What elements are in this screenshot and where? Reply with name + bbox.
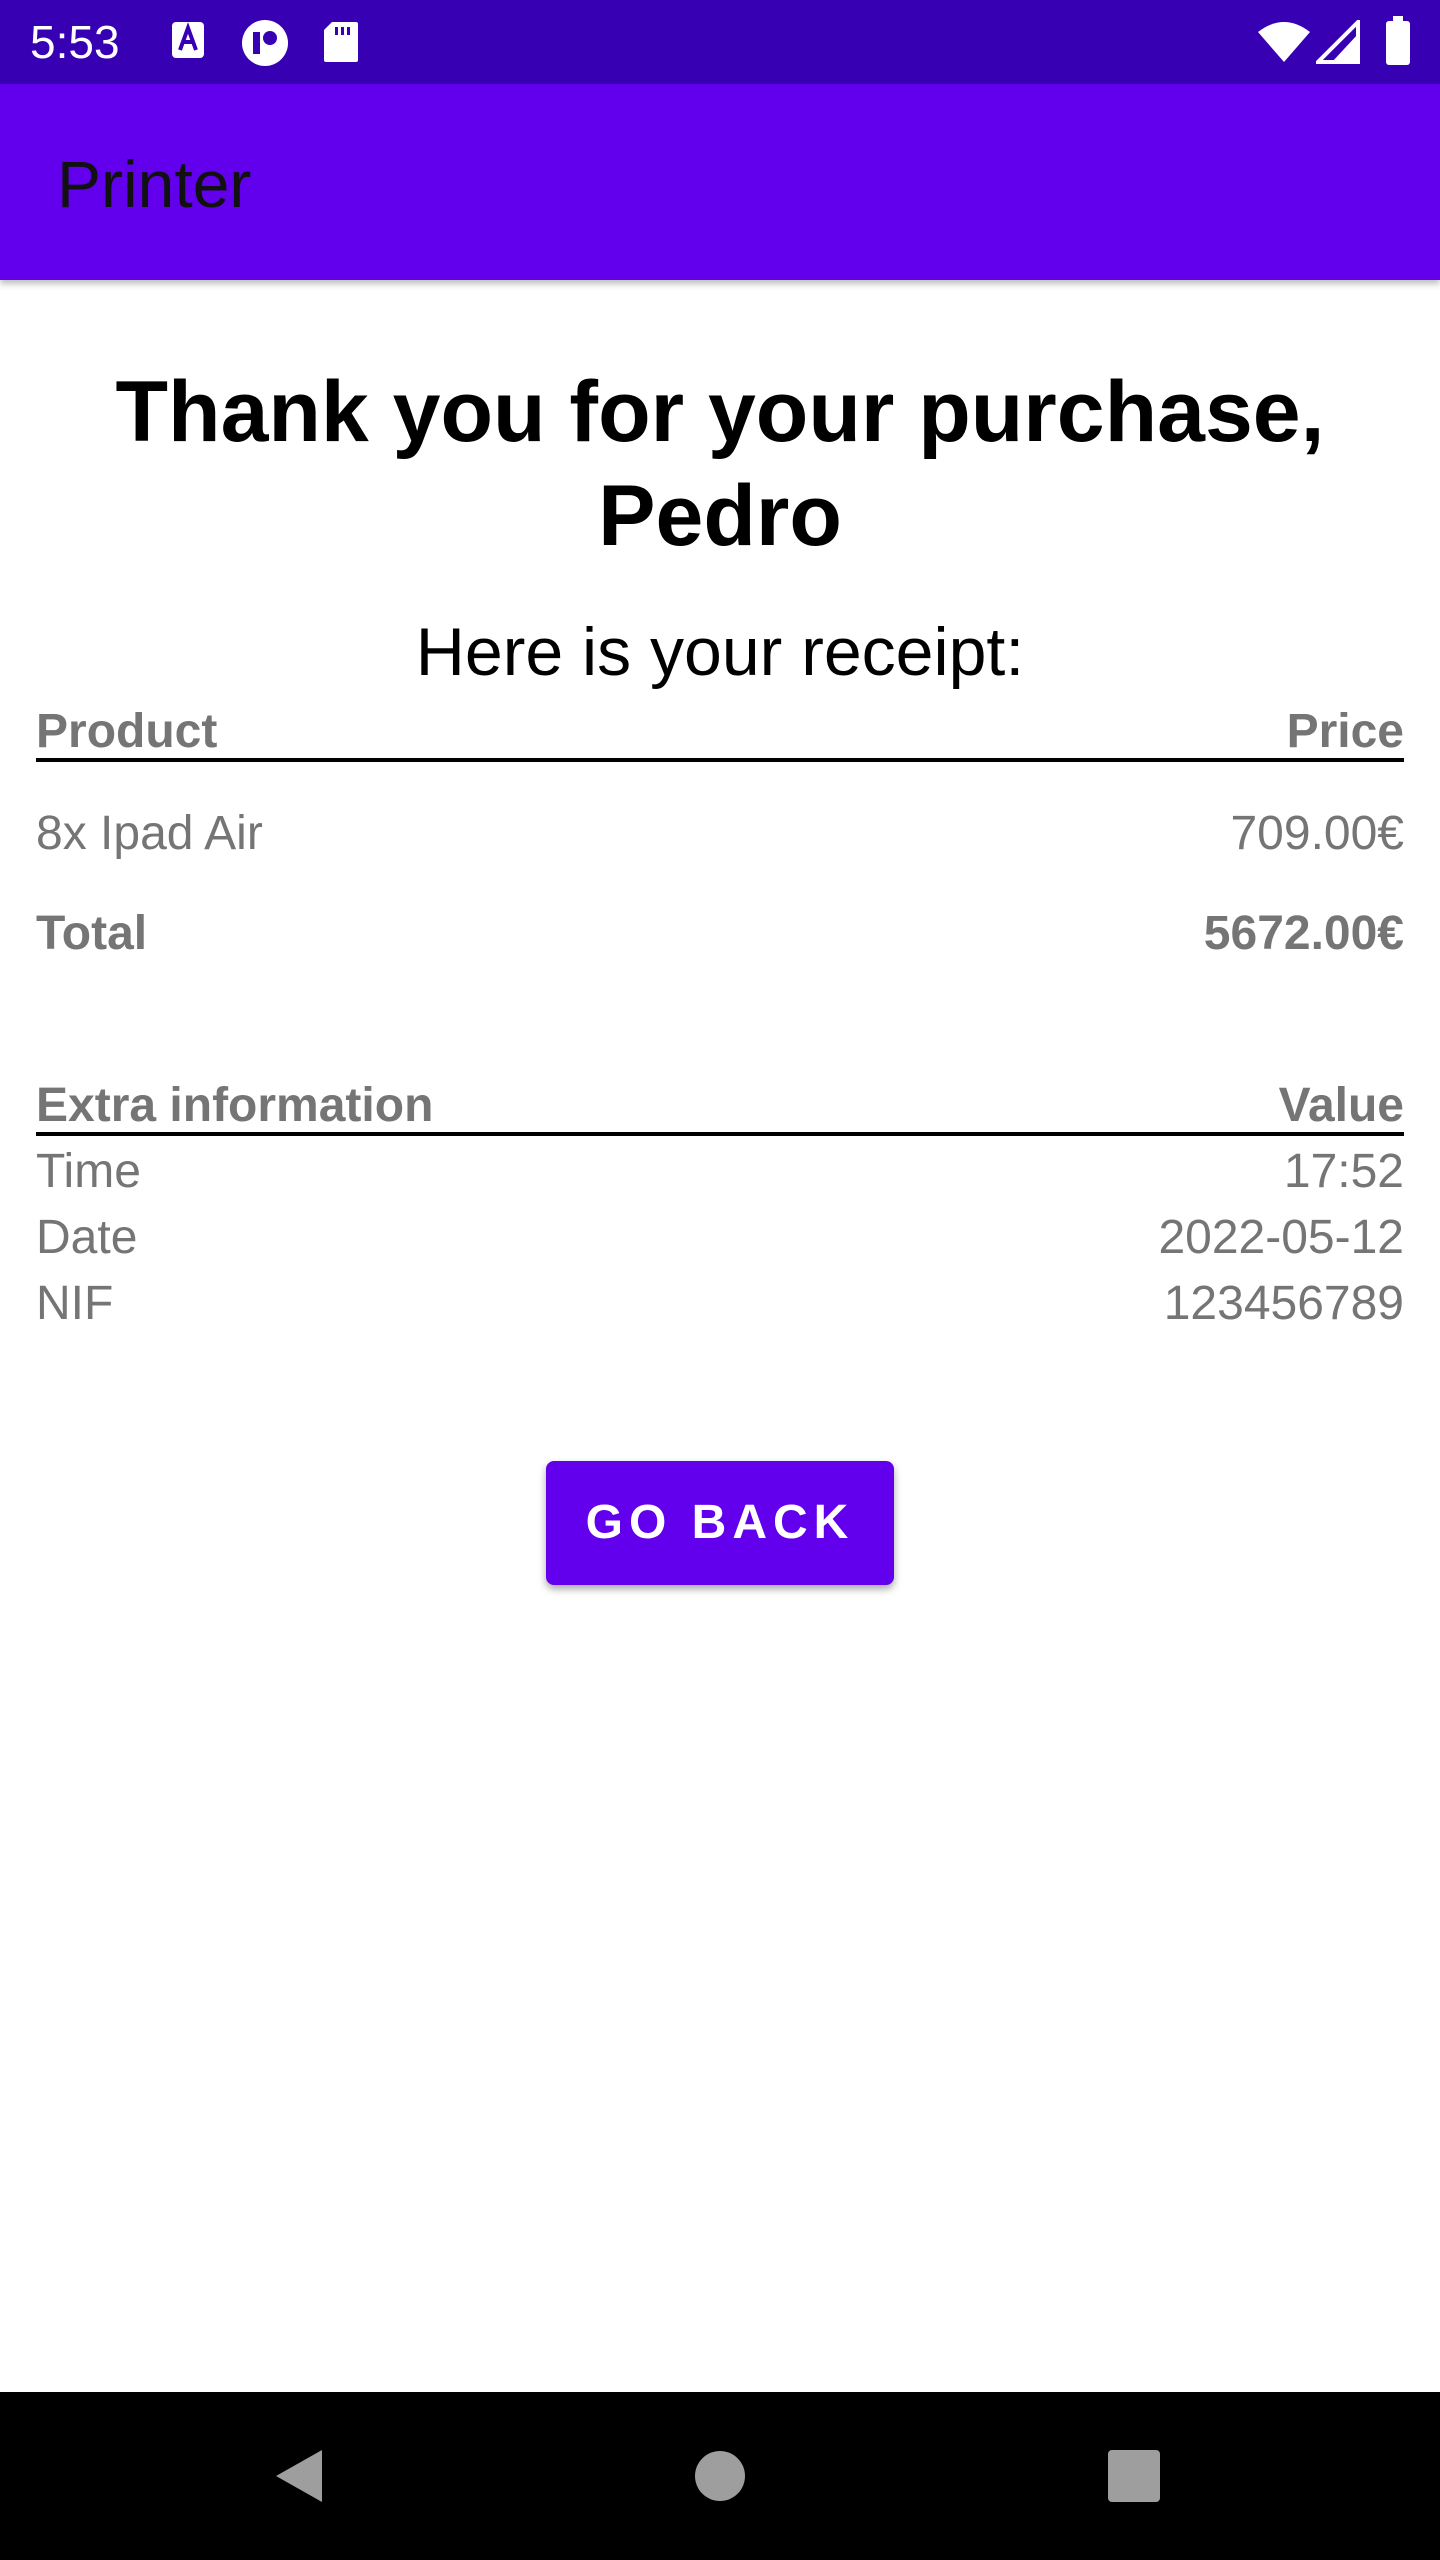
table-row: NIF 123456789 <box>36 1276 1404 1332</box>
extra-info-value: 123456789 <box>1163 1277 1404 1330</box>
signal-icon <box>1316 20 1360 64</box>
product-column-header: Product <box>36 705 218 758</box>
app-bar: Printer <box>0 84 1440 280</box>
extra-info-label: Time <box>36 1145 141 1198</box>
app-title: Printer <box>57 147 252 221</box>
screen: 5:53 Printer Thank you for your purchase… <box>0 0 1440 2560</box>
price-column-header: Price <box>1286 705 1404 758</box>
recents-icon[interactable] <box>1094 2436 1174 2516</box>
status-time: 5:53 <box>30 16 120 68</box>
total-value: 5672.00€ <box>1203 907 1404 960</box>
extra-info-value: 2022-05-12 <box>1158 1211 1404 1264</box>
extra-info-value: 17:52 <box>1283 1145 1404 1198</box>
receipt-subheading: Here is your receipt: <box>415 614 1025 690</box>
value-column-header: Value <box>1278 1079 1404 1132</box>
extra-table-header: Extra information Value <box>36 1078 1404 1134</box>
battery-icon <box>1386 16 1410 65</box>
extra-info-label: Date <box>36 1211 138 1264</box>
go-back-button[interactable]: GO BACK <box>546 1461 894 1585</box>
total-row: Total 5672.00€ <box>36 906 1404 962</box>
home-icon[interactable] <box>680 2436 760 2516</box>
product-price: 709.00€ <box>1230 807 1404 860</box>
back-icon[interactable] <box>260 2436 340 2516</box>
extra-info-label: NIF <box>36 1277 114 1330</box>
navigation-bar <box>0 2392 1440 2560</box>
status-bar: 5:53 <box>0 0 1440 84</box>
extra-info-column-header: Extra information <box>36 1079 434 1132</box>
product-name: 8x Ipad Air <box>36 807 263 860</box>
total-label: Total <box>36 907 148 960</box>
product-table-divider <box>36 758 1404 762</box>
sd-card-icon <box>324 22 358 62</box>
thank-you-heading: Thank you for your purchase, Pedro <box>115 364 1325 564</box>
table-row: Time 17:52 <box>36 1144 1404 1200</box>
table-row: Date 2022-05-12 <box>36 1210 1404 1266</box>
text-a-icon <box>172 22 204 58</box>
wifi-icon <box>1258 22 1310 62</box>
table-row: 8x Ipad Air 709.00€ <box>36 806 1404 862</box>
accessibility-icon <box>242 20 288 66</box>
product-table-header: Product Price <box>36 704 1404 760</box>
extra-table-divider <box>36 1132 1404 1136</box>
